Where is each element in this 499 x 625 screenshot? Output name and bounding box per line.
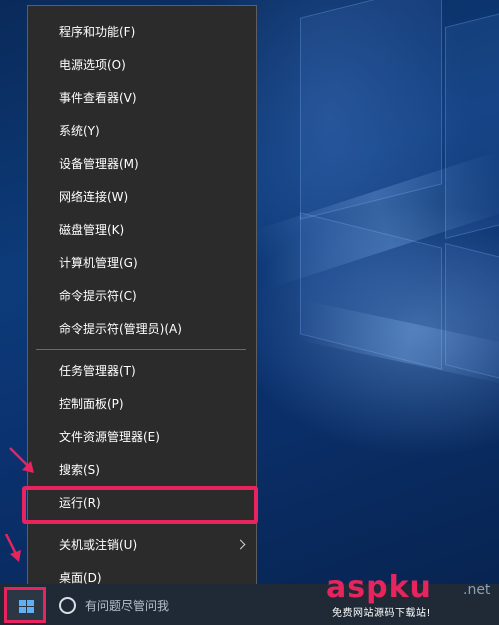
menu-item-label: 搜索(S) bbox=[59, 463, 100, 477]
menu-item-label: 关机或注销(U) bbox=[59, 538, 138, 552]
menu-item-label: 系统(Y) bbox=[59, 124, 100, 138]
menu-item-command-prompt-admin[interactable]: 命令提示符(管理员)(A) bbox=[28, 314, 256, 344]
menu-item-label: 桌面(D) bbox=[59, 571, 102, 585]
menu-item-power-options[interactable]: 电源选项(O) bbox=[28, 50, 256, 80]
menu-separator bbox=[36, 349, 246, 350]
menu-item-control-panel[interactable]: 控制面板(P) bbox=[28, 389, 256, 419]
search-placeholder: 有问题尽管问我 bbox=[85, 599, 170, 613]
menu-item-device-manager[interactable]: 设备管理器(M) bbox=[28, 149, 256, 179]
menu-item-label: 设备管理器(M) bbox=[59, 157, 139, 171]
menu-item-label: 控制面板(P) bbox=[59, 397, 124, 411]
chevron-right-icon bbox=[235, 539, 246, 550]
menu-item-disk-management[interactable]: 磁盘管理(K) bbox=[28, 215, 256, 245]
annotation-arrow-icon bbox=[4, 534, 21, 562]
cortana-search-box[interactable]: 有问题尽管问我 bbox=[52, 584, 262, 625]
watermark-logo: aspku bbox=[326, 570, 432, 605]
menu-item-label: 命令提示符(C) bbox=[59, 289, 137, 303]
menu-item-programs-and-features[interactable]: 程序和功能(F) bbox=[28, 17, 256, 47]
menu-item-label: 电源选项(O) bbox=[59, 58, 126, 72]
menu-item-label: 计算机管理(G) bbox=[59, 256, 138, 270]
menu-item-label: 网络连接(W) bbox=[59, 190, 129, 204]
menu-item-label: 程序和功能(F) bbox=[59, 25, 136, 39]
menu-item-shutdown-or-sign-out[interactable]: 关机或注销(U) bbox=[28, 530, 256, 560]
menu-item-label: 命令提示符(管理员)(A) bbox=[59, 322, 182, 336]
windows-logo-icon bbox=[19, 600, 34, 613]
watermark-tagline: 免费网站源码下载站! bbox=[332, 608, 432, 619]
cortana-circle-icon bbox=[59, 597, 76, 614]
menu-item-file-explorer[interactable]: 文件资源管理器(E) bbox=[28, 422, 256, 452]
menu-item-command-prompt[interactable]: 命令提示符(C) bbox=[28, 281, 256, 311]
run-highlight-annotation bbox=[22, 486, 258, 524]
menu-item-system[interactable]: 系统(Y) bbox=[28, 116, 256, 146]
menu-item-label: 磁盘管理(K) bbox=[59, 223, 125, 237]
menu-item-task-manager[interactable]: 任务管理器(T) bbox=[28, 356, 256, 386]
menu-item-label: 文件资源管理器(E) bbox=[59, 430, 160, 444]
annotation-arrow-icon bbox=[9, 447, 34, 473]
menu-item-label: 事件查看器(V) bbox=[59, 91, 137, 105]
menu-item-label: 任务管理器(T) bbox=[59, 364, 136, 378]
menu-item-network-connections[interactable]: 网络连接(W) bbox=[28, 182, 256, 212]
menu-item-event-viewer[interactable]: 事件查看器(V) bbox=[28, 83, 256, 113]
menu-item-computer-management[interactable]: 计算机管理(G) bbox=[28, 248, 256, 278]
watermark-suffix: .net bbox=[463, 582, 491, 598]
menu-item-search[interactable]: 搜索(S) bbox=[28, 455, 256, 485]
start-button[interactable] bbox=[4, 587, 46, 623]
site-watermark: aspku .net 免费网站源码下载站! bbox=[326, 570, 496, 622]
